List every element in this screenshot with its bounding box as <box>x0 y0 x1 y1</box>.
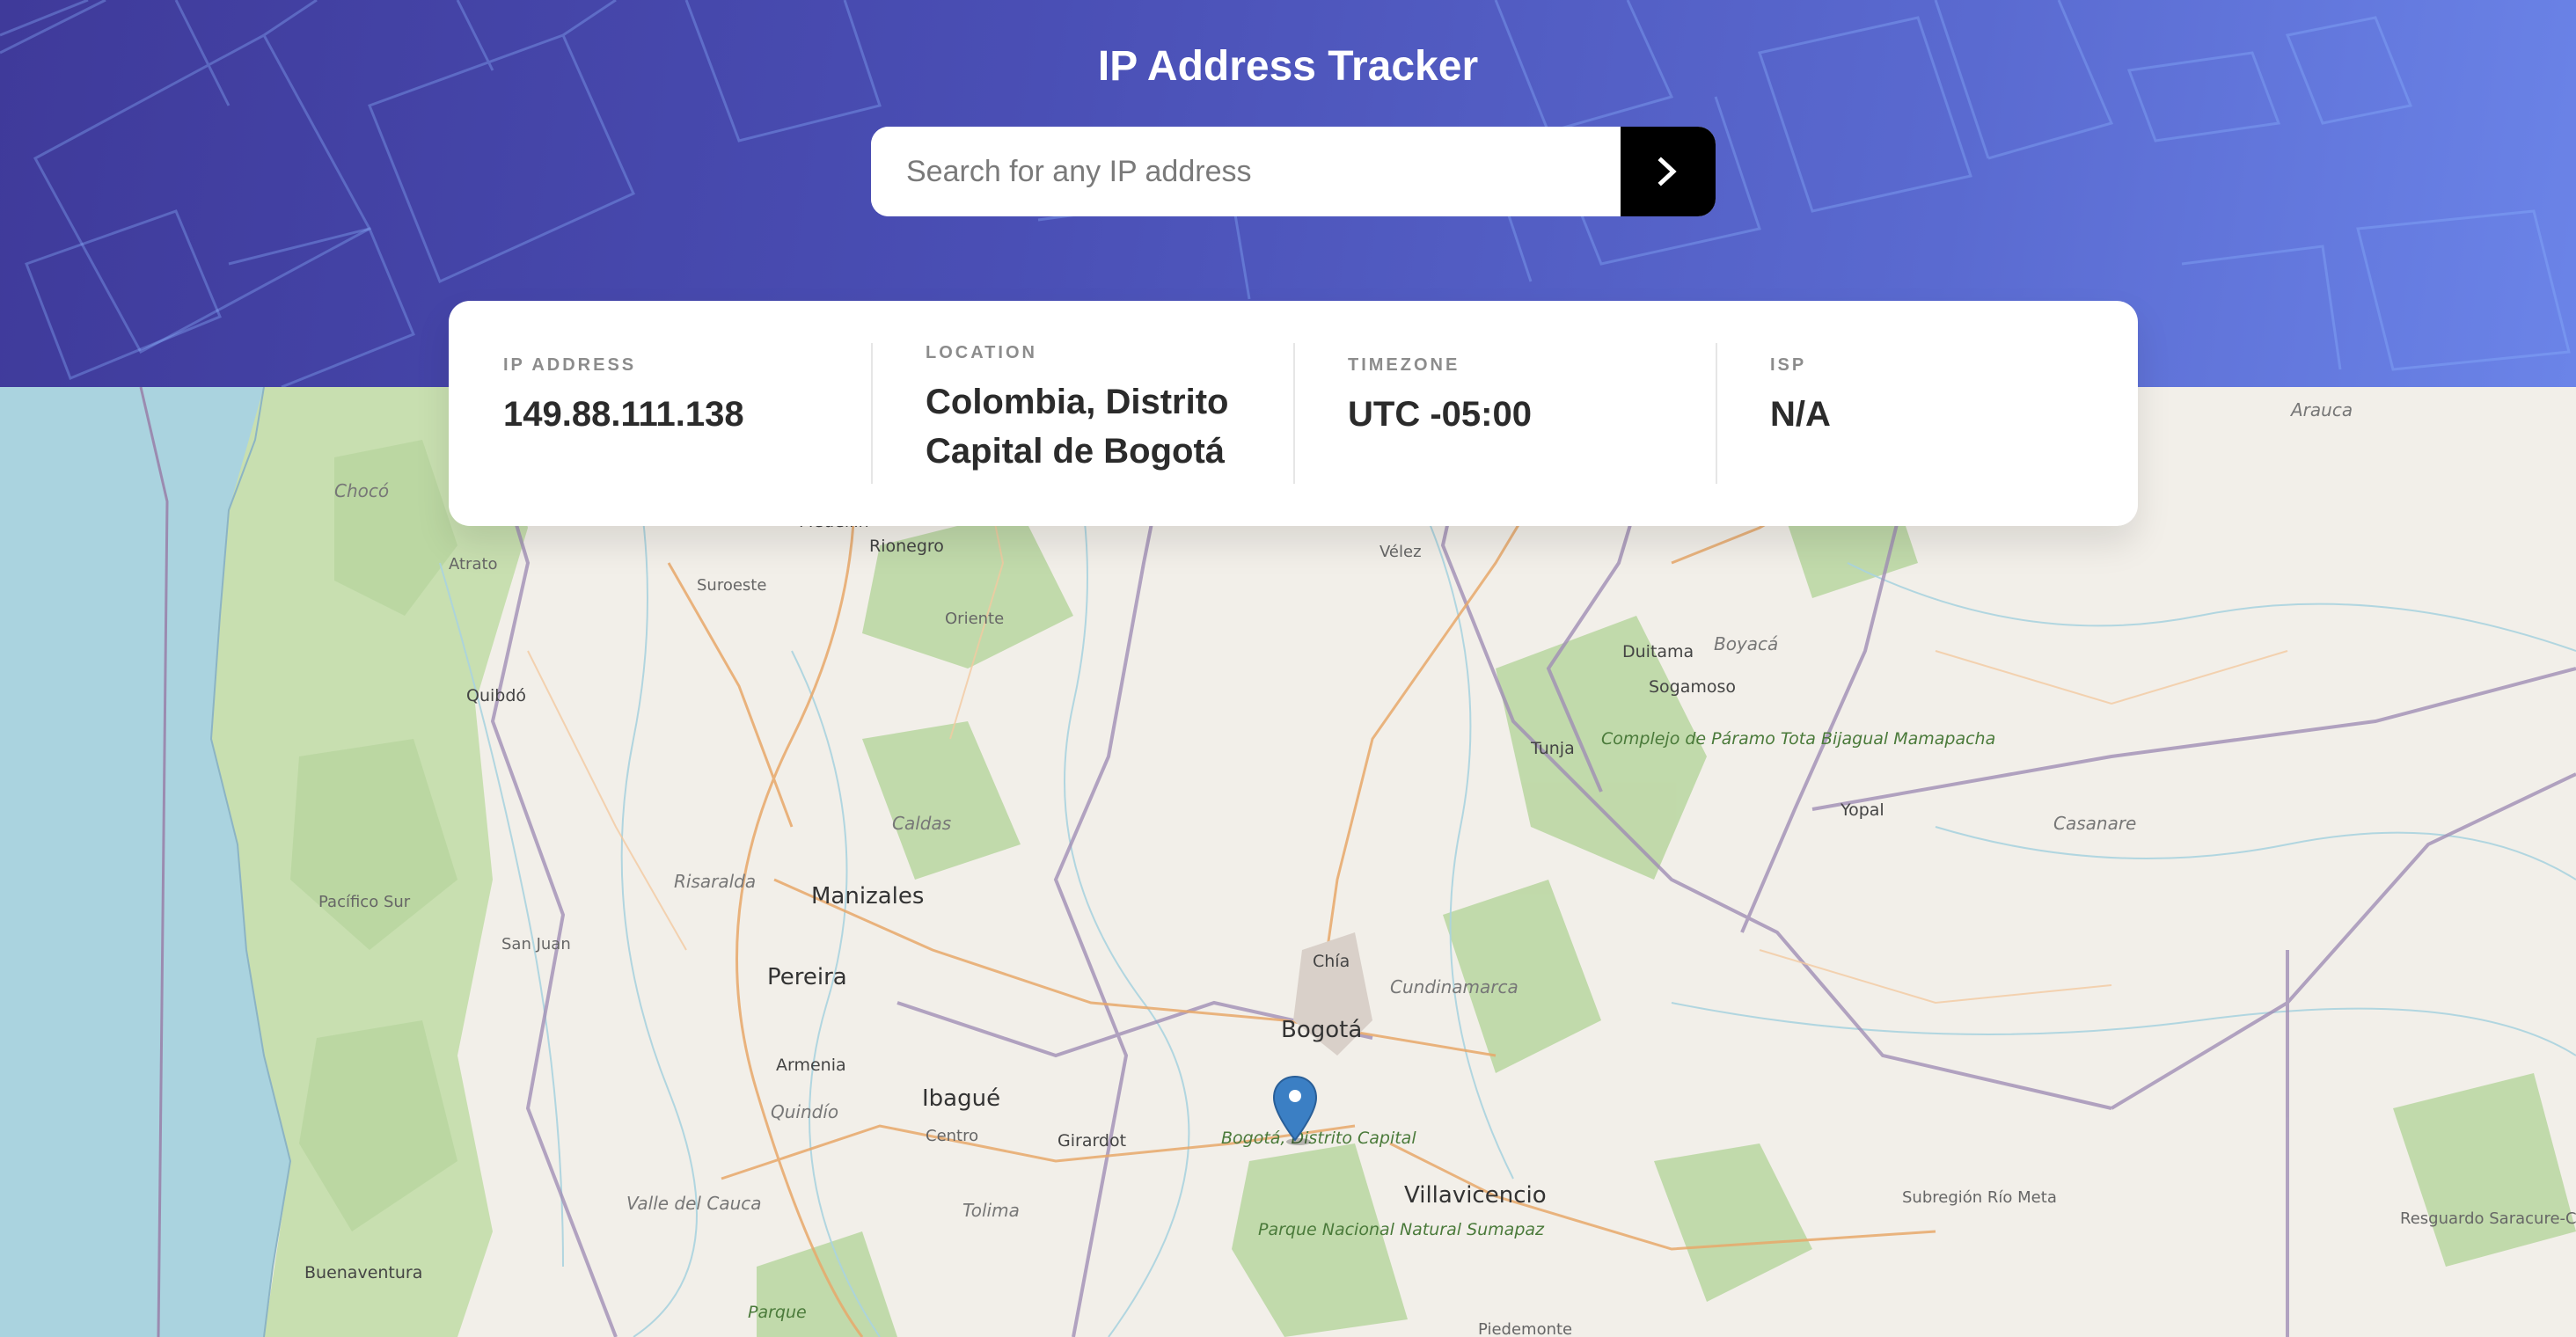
map-view[interactable]: Arauca Chocó Medellín Rionegro Vélez Atr… <box>0 387 2576 1337</box>
map-label-suroeste: Suroeste <box>697 576 767 595</box>
ip-info-card: IP Address 149.88.111.138 Location Colom… <box>449 301 2138 526</box>
chevron-right-icon <box>1658 157 1677 186</box>
map-label-sogamoso: Sogamoso <box>1649 677 1737 697</box>
search-bar <box>871 127 1716 216</box>
map-label-centro: Centro <box>926 1127 979 1145</box>
location-label: Location <box>926 343 1037 362</box>
map-label-casanare: Casanare <box>2053 813 2137 834</box>
map-label-villavicencio: Villavicencio <box>1404 1182 1547 1209</box>
map-label-parque-sumapaz: Parque Nacional Natural Sumapaz <box>1258 1220 1545 1239</box>
ip-search-input[interactable] <box>871 127 1621 216</box>
map-label-resguardo: Resguardo Saracure-Cadá <box>2400 1209 2576 1228</box>
ip-address-section: IP Address 149.88.111.138 <box>449 343 871 484</box>
map-label-duitama: Duitama <box>1622 642 1694 661</box>
page-title: IP Address Tracker <box>1097 43 1479 90</box>
timezone-section: Timezone UTC -05:00 <box>1293 343 1716 484</box>
map-label-valle: Valle del Cauca <box>626 1193 762 1214</box>
ip-address-label: IP Address <box>503 355 637 375</box>
map-label-pacifico-sur: Pacífico Sur <box>318 893 411 911</box>
map-label-velez: Vélez <box>1379 543 1422 561</box>
search-submit-button[interactable] <box>1621 127 1716 216</box>
map-label-piedemonte: Piedemonte <box>1478 1320 1573 1337</box>
map-label-buenaventura: Buenaventura <box>304 1263 423 1282</box>
location-value: Colombia, Distrito Capital de Bogotá <box>926 383 1229 471</box>
map-label-oriente: Oriente <box>945 610 1005 628</box>
timezone-value: UTC -05:00 <box>1348 395 1532 434</box>
map-label-manizales: Manizales <box>811 883 925 910</box>
map-label-rionegro: Rionegro <box>869 537 944 556</box>
isp-section: ISP N/A <box>1716 343 2138 484</box>
map-label-risaralda: Risaralda <box>674 871 757 892</box>
map-label-boyaca: Boyacá <box>1714 633 1779 654</box>
map-label-ibague: Ibagué <box>922 1085 1001 1112</box>
map-label-atrato: Atrato <box>449 555 498 574</box>
map-label-complejo: Complejo de Páramo Tota Bijagual Mamapac… <box>1601 729 1996 749</box>
map-label-choco: Chocó <box>334 480 390 501</box>
map-label-caldas: Caldas <box>892 813 952 834</box>
map-label-arauca: Arauca <box>2291 399 2353 420</box>
map-label-parque: Parque <box>748 1303 807 1322</box>
map-label-girardot: Girardot <box>1057 1131 1127 1151</box>
isp-label: ISP <box>1770 355 1807 375</box>
map-label-subregion: Subregión Río Meta <box>1902 1188 2057 1207</box>
map-label-armenia: Armenia <box>776 1056 846 1075</box>
map-label-tolima: Tolima <box>962 1200 1020 1221</box>
map-label-yopal: Yopal <box>1841 800 1884 820</box>
map-tiles <box>0 387 2576 1337</box>
map-label-quindio: Quindío <box>771 1101 839 1122</box>
map-pin-icon[interactable] <box>1272 1075 1318 1145</box>
timezone-label: Timezone <box>1348 355 1460 375</box>
location-section: Location Colombia, Distrito Capital de B… <box>871 343 1293 484</box>
map-label-quibdo: Quibdó <box>466 686 527 705</box>
map-label-san-juan: San Juan <box>501 935 571 953</box>
ip-address-value: 149.88.111.138 <box>503 395 744 434</box>
map-label-pereira: Pereira <box>767 964 847 990</box>
map-label-chia: Chía <box>1313 952 1350 971</box>
isp-value: N/A <box>1770 395 1831 434</box>
map-label-bogota: Bogotá <box>1281 1017 1363 1043</box>
map-label-tunja: Tunja <box>1531 739 1575 758</box>
map-label-cundinamarca: Cundinamarca <box>1390 976 1519 997</box>
